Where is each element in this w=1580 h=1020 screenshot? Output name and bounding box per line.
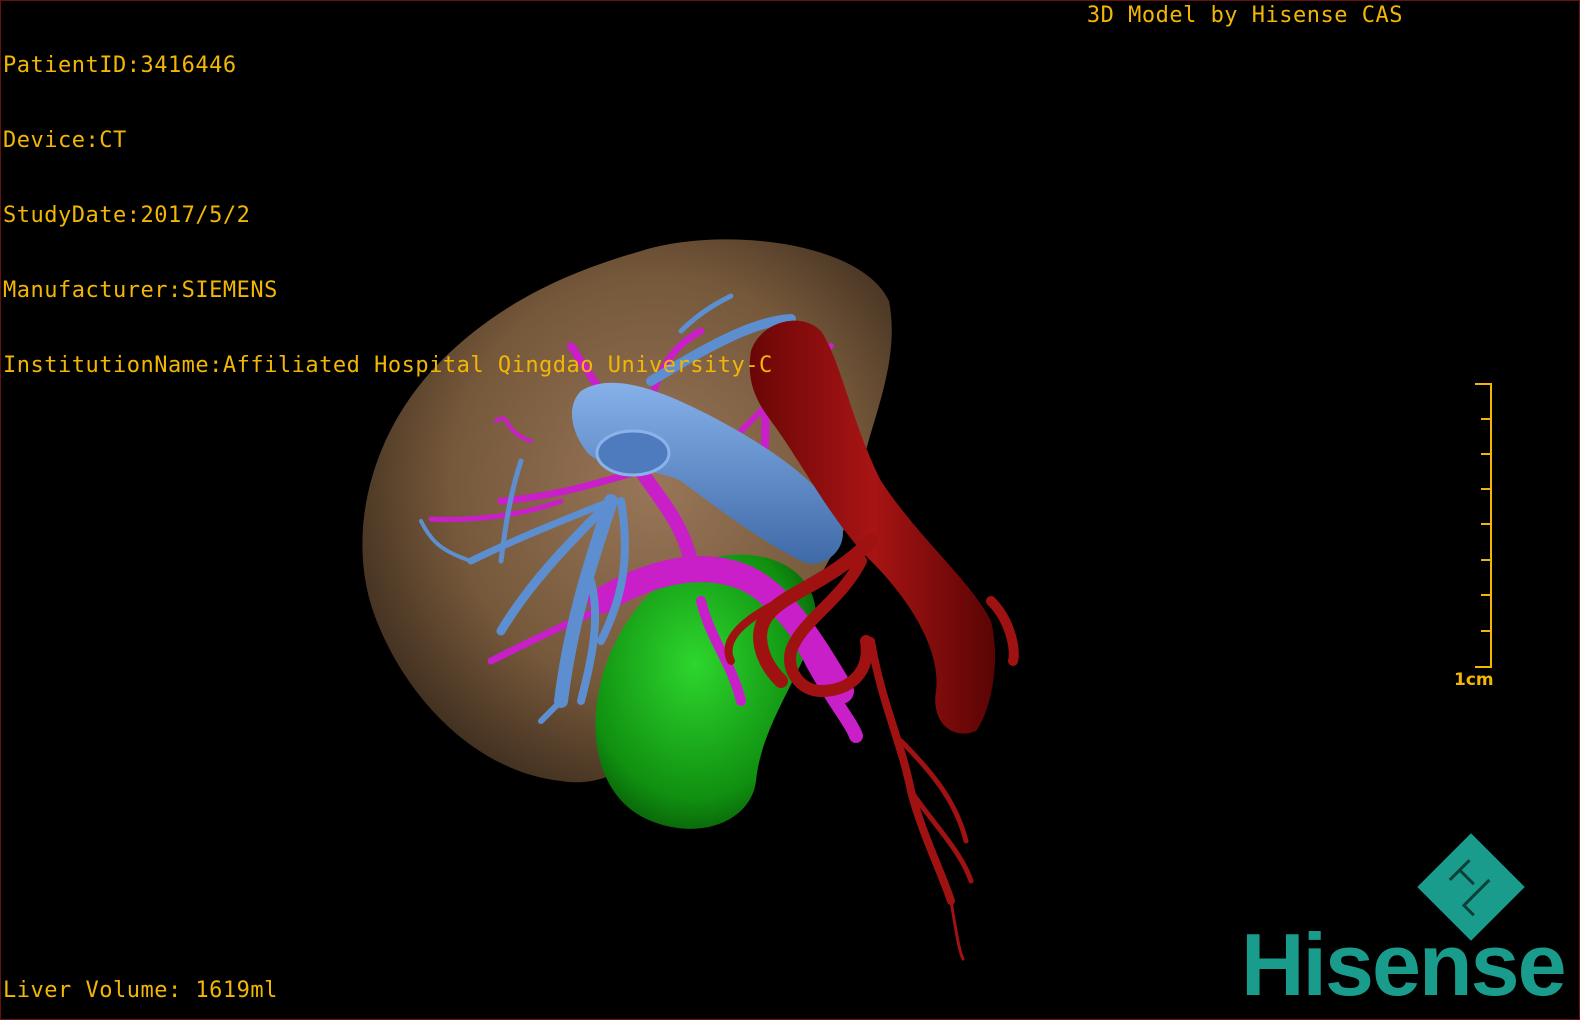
hepatic-vein-cross-section (595, 429, 671, 477)
study-date: StudyDate:2017/5/2 (3, 203, 251, 228)
patient-id: PatientID:3416446 (3, 53, 237, 78)
3d-viewport[interactable]: PatientID:3416446 Device:CT StudyDate:20… (0, 0, 1580, 1020)
device: Device:CT (3, 128, 127, 153)
scale-bar (1475, 383, 1492, 668)
study-info-overlay: PatientID:3416446 Device:CT StudyDate:20… (3, 3, 773, 428)
institution-name: InstitutionName:Affiliated Hospital Qing… (3, 353, 773, 378)
manufacturer: Manufacturer:SIEMENS (3, 278, 278, 303)
liver-volume: Liver Volume: 1619ml (3, 978, 278, 1003)
model-credit: 3D Model by Hisense CAS (1086, 3, 1403, 28)
scale-bar-label: 1cm (1454, 670, 1494, 690)
hisense-logo-text: Hisense (1241, 915, 1567, 1014)
